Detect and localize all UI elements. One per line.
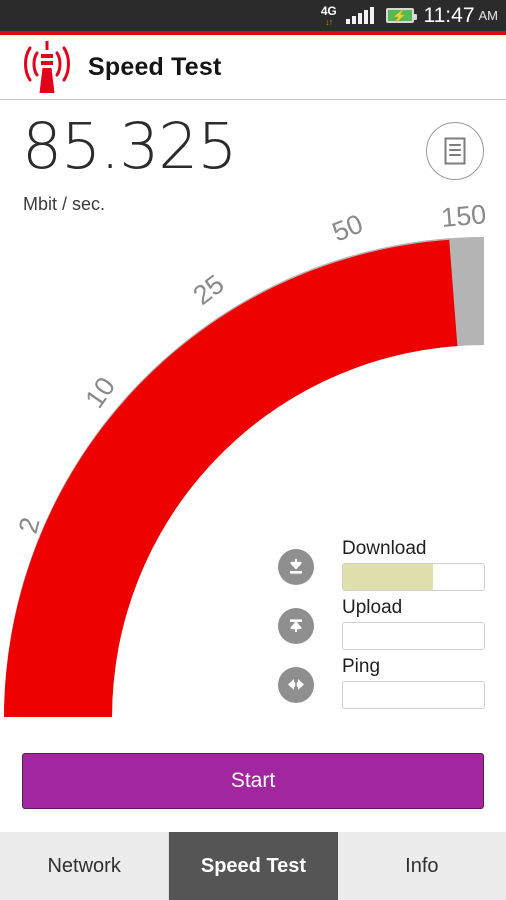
tab-speed-test-label: Speed Test xyxy=(200,854,307,877)
app-header: Speed Test xyxy=(0,35,506,99)
metric-label-download: Download xyxy=(342,538,427,559)
header-divider xyxy=(0,99,506,100)
clock-time: 11:47 xyxy=(423,3,475,27)
metric-row-download: Download xyxy=(278,538,488,597)
metric-label-ping: Ping xyxy=(342,656,381,677)
tab-network-label: Network xyxy=(47,854,121,877)
lightning-bolt-icon: ⚡ xyxy=(392,8,407,23)
speed-value: 85.325 xyxy=(22,110,237,183)
bottom-tab-bar: Network Speed Test Info xyxy=(0,832,506,900)
ping-arrows-icon xyxy=(278,667,314,703)
radio-tower-icon xyxy=(24,41,70,93)
metrics-panel: Download Upload Ping xyxy=(278,538,488,715)
start-button-label: Start xyxy=(230,769,276,792)
tab-info-label: Info xyxy=(405,854,439,877)
download-arrow-icon xyxy=(278,549,314,585)
download-progress-field[interactable] xyxy=(342,563,485,591)
network-type-label: 4G xyxy=(320,3,337,18)
document-list-icon xyxy=(444,137,466,165)
metric-row-upload: Upload xyxy=(278,597,488,656)
signal-bars-icon xyxy=(345,7,376,24)
upload-arrow-icon xyxy=(278,608,314,644)
clock-ampm: AM xyxy=(478,8,499,23)
download-progress-fill xyxy=(343,564,434,590)
tab-network[interactable]: Network xyxy=(0,832,170,900)
tab-speed-test[interactable]: Speed Test xyxy=(169,832,338,900)
gauge-tick-2: 25 xyxy=(188,269,230,311)
report-button[interactable] xyxy=(426,122,484,180)
battery-charging-icon: ⚡ xyxy=(385,8,417,23)
upload-progress-field[interactable] xyxy=(342,622,485,650)
ping-progress-field[interactable] xyxy=(342,681,485,709)
network-type-indicator: 4G ↓↑ xyxy=(321,5,337,27)
tab-info[interactable]: Info xyxy=(338,832,506,900)
status-bar: 4G ↓↑ ⚡ 11:47 AM xyxy=(0,0,506,31)
start-button[interactable]: Start xyxy=(22,753,484,809)
metric-row-ping: Ping xyxy=(278,656,488,715)
gauge-tick-3: 50 xyxy=(328,208,367,247)
metric-label-upload: Upload xyxy=(342,597,403,618)
data-transfer-arrows-icon: ↓↑ xyxy=(325,16,333,27)
gauge-tick-4: 150 xyxy=(440,205,488,233)
gauge-tick-0: 2 xyxy=(13,514,46,536)
gauge-tick-1: 10 xyxy=(79,372,121,414)
page-title: Speed Test xyxy=(88,52,222,81)
speed-test-app: 4G ↓↑ ⚡ 11:47 AM Speed Test 85.325 Mbit … xyxy=(0,0,506,900)
